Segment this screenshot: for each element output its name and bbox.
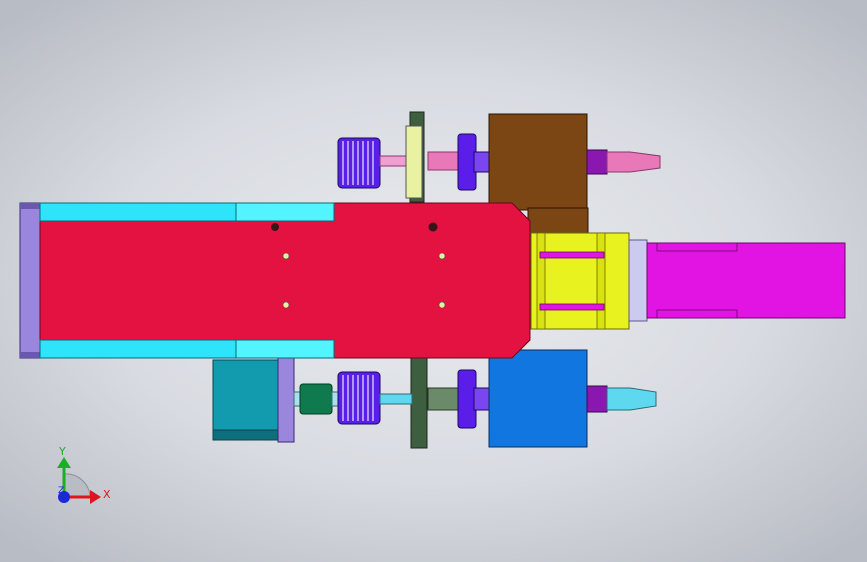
mount-hole — [271, 223, 279, 231]
green-coupler — [299, 383, 333, 415]
bottom-collar — [457, 369, 477, 429]
top-collar-nut — [473, 151, 491, 173]
coordinate-triad: Y X Z — [57, 445, 111, 504]
top-output-tip — [606, 151, 661, 173]
assembly-drawing: Y X Z — [19, 111, 846, 504]
bottom-collar-nut — [473, 387, 491, 411]
x-axis-arrow — [90, 490, 101, 504]
y-axis-arrow — [57, 457, 71, 468]
top-rail-block — [235, 202, 335, 222]
clamp-inner-right — [596, 232, 606, 330]
bottom-output-tip — [606, 387, 657, 411]
y-axis-label: Y — [58, 445, 66, 458]
top-yellow-block — [405, 125, 423, 199]
screw-hole — [282, 301, 290, 309]
bottom-blue-housing — [488, 349, 588, 448]
magenta-arm-notch-top — [656, 242, 738, 252]
clamp-slot-top — [539, 251, 605, 259]
top-output-collar — [586, 149, 608, 175]
screw-hole — [282, 252, 290, 260]
motor-body — [212, 359, 280, 441]
yellow-clamp — [530, 232, 630, 330]
bottom-belt-shade — [427, 387, 461, 411]
bottom-output-collar — [586, 385, 608, 413]
left-end-cap — [19, 202, 41, 359]
top-pink-shaft — [427, 151, 461, 171]
top-pulley-teeth — [342, 141, 374, 185]
bottom-belt-strip — [410, 357, 428, 449]
bottom-shaft-thin — [379, 393, 413, 405]
screw-hole — [438, 252, 446, 260]
magenta-arm — [646, 242, 846, 319]
clamp-inner-left — [536, 232, 546, 330]
bottom-rail — [39, 339, 237, 359]
main-carriage — [19, 202, 531, 359]
clamp-slot-bottom — [539, 303, 605, 311]
bottom-rail-block — [235, 339, 335, 359]
left-end-cap-bottom — [20, 352, 40, 358]
left-end-cap-top — [20, 203, 40, 209]
top-rail — [39, 202, 237, 222]
mount-hole — [428, 222, 438, 232]
top-collar — [457, 133, 477, 191]
lavender-spacer — [628, 239, 648, 322]
top-brown-housing — [488, 113, 588, 211]
base-plate — [39, 202, 531, 359]
bottom-shaft-assembly — [212, 349, 657, 449]
cad-viewport[interactable]: Y X Z — [0, 0, 867, 562]
top-shaft-assembly — [337, 111, 661, 211]
motor-base — [212, 429, 280, 441]
x-axis-label: X — [103, 488, 111, 501]
screw-hole — [438, 301, 446, 309]
magenta-arm-notch-bottom — [656, 309, 738, 319]
clamp-assembly — [530, 232, 846, 330]
bottom-pulley-teeth — [342, 375, 374, 421]
motor-flange — [277, 355, 295, 443]
z-axis-label: Z — [58, 486, 64, 496]
